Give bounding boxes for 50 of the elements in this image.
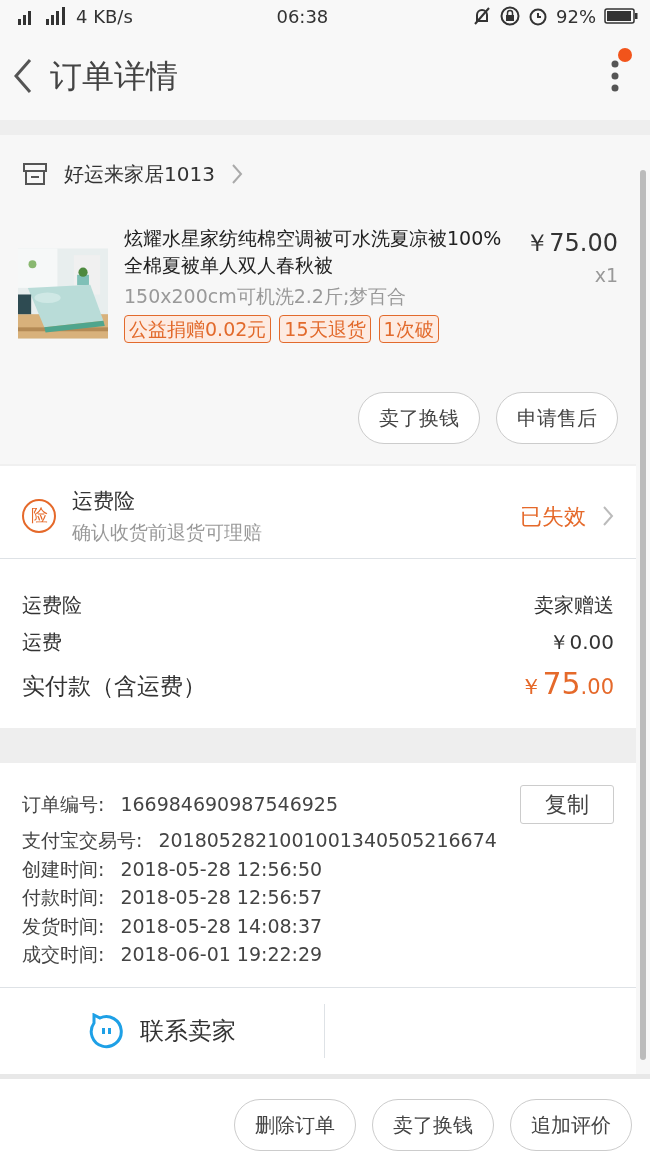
bell-muted-icon <box>472 6 492 26</box>
rotation-lock-icon <box>500 6 520 26</box>
fee-label: 运费险 <box>22 592 82 619</box>
info-label: 成交时间: <box>22 942 105 967</box>
chat-face-icon[interactable] <box>88 1012 124 1049</box>
network-speed: 4 KB/s <box>76 4 133 29</box>
battery-icon <box>604 8 638 24</box>
chevron-right-icon[interactable] <box>602 505 614 527</box>
action-button[interactable]: 删除订单 <box>234 1098 356 1151</box>
info-label: 付款时间: <box>22 885 105 910</box>
alarm-icon <box>528 6 548 26</box>
page-title: 订单详情 <box>50 56 179 97</box>
service-tag: 公益捐赠0.02元 <box>124 314 272 344</box>
total-label: 实付款（含运费） <box>22 672 206 701</box>
chevron-right-icon[interactable] <box>230 163 243 185</box>
info-value: 2018-06-01 19:22:29 <box>120 942 324 967</box>
battery-level: 92% <box>556 4 596 29</box>
product-price: ￥75.00 <box>525 228 618 259</box>
info-label: 订单编号: <box>22 792 105 818</box>
service-tag: 15天退货 <box>279 314 371 344</box>
info-label: 创建时间: <box>22 856 105 882</box>
action-button[interactable]: 申请售后 <box>496 392 618 444</box>
insurance-icon: 险 <box>22 499 56 533</box>
service-tag: 1次破 <box>378 314 439 344</box>
action-button[interactable]: 追加评价 <box>510 1098 632 1151</box>
fee-label: 运费 <box>22 629 62 656</box>
shop-name[interactable]: 好运来家居1013 <box>64 159 215 189</box>
info-label: 支付宝交易号: <box>22 828 143 853</box>
contact-seller-link[interactable]: 联系卖家 <box>140 1012 236 1049</box>
info-value: 2018-05-28 12:56:57 <box>120 885 324 910</box>
info-value: 2018052821001001340505216674 <box>158 828 498 853</box>
shop-icon <box>22 162 48 186</box>
fee-value: 卖家赠送 <box>534 592 614 619</box>
insurance-description: 确认收货前退货可理赔 <box>72 519 263 545</box>
info-value: 2018-05-28 12:56:50 <box>120 856 324 882</box>
fee-value: ￥0.00 <box>549 629 614 656</box>
info-value: 2018-05-28 14:08:37 <box>120 913 324 939</box>
total-amount: ￥75.00 <box>520 665 614 703</box>
product-title: 炫耀水星家纺纯棉空调被可水洗夏凉被100%全棉夏被单人双人春秋被 <box>124 226 503 278</box>
back-icon[interactable] <box>12 58 34 94</box>
quantity: x1 <box>593 263 618 288</box>
more-menu-icon[interactable] <box>610 58 620 94</box>
insurance-title: 运费险 <box>72 488 136 515</box>
info-label: 发货时间: <box>22 913 105 939</box>
copy-button[interactable]: 复制 <box>520 785 614 824</box>
clock: 06:38 <box>275 4 330 29</box>
product-variant: 150x200cm可机洗2.2斤;梦百合 <box>124 284 408 310</box>
action-button[interactable]: 卖了换钱 <box>358 392 480 444</box>
info-value: 166984690987546925 <box>120 792 339 818</box>
action-button[interactable]: 卖了换钱 <box>372 1098 494 1151</box>
